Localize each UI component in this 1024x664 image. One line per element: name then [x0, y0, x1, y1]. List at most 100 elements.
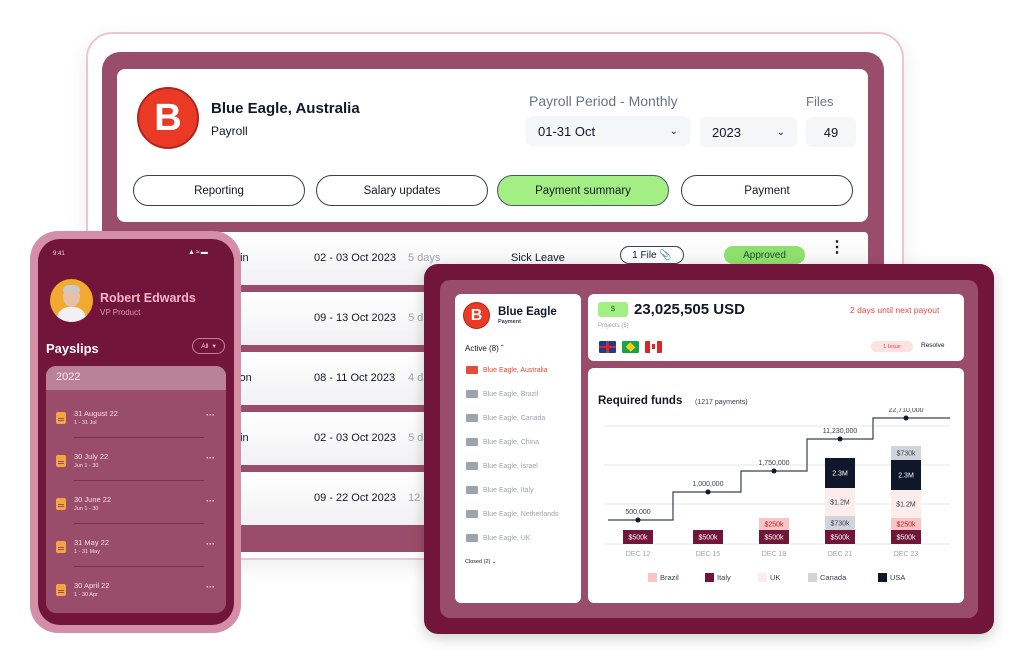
document-icon: [56, 498, 66, 510]
user-name: Robert Edwards: [100, 291, 196, 305]
payslip-filter[interactable]: All ▾: [192, 338, 225, 354]
bar-label: $730k: [830, 521, 850, 528]
filter-value: All: [201, 342, 209, 350]
chart-plot: $500k DEC 12 $500k DEC 15 $500k $250k DEC 18 $5…: [604, 408, 950, 558]
list-item[interactable]: 30 June 22 Jun 1 - 30 ···: [46, 492, 226, 535]
more-icon[interactable]: ···: [206, 410, 215, 420]
list-item[interactable]: 30 July 22 Jun 1 - 30 ···: [46, 449, 226, 492]
divider: [74, 480, 204, 481]
document-icon: [56, 584, 66, 596]
required-funds-chart: Required funds (1217 payments) $500k DEC …: [588, 368, 964, 603]
module-name: Payroll: [211, 124, 248, 138]
sidebar-item-canada[interactable]: Blue Eagle, Canada: [466, 414, 545, 422]
leave-dates: 09 - 13 Oct 2023: [314, 312, 396, 324]
more-icon[interactable]: ···: [206, 496, 215, 506]
x-tick-label: DEC 21: [828, 551, 853, 558]
country-label: Blue Eagle, Italy: [483, 486, 534, 494]
bar-label: $1.2M: [830, 500, 850, 507]
sidebar-item-netherlands[interactable]: Blue Eagle, Netherlands: [466, 510, 559, 518]
status-time: 9:41: [53, 251, 65, 257]
brand-name: Blue Eagle: [498, 306, 557, 318]
flag-icon: [466, 486, 478, 494]
payslip-title: 30 July 22: [74, 452, 109, 461]
country-label: Blue Eagle, Canada: [483, 414, 546, 422]
tab-payment-summary[interactable]: Payment summary: [497, 175, 669, 206]
line-point-label: 500,000: [625, 509, 650, 516]
bar-label: $1.2M: [896, 502, 916, 509]
sidebar-item-china[interactable]: Blue Eagle, China: [466, 438, 539, 446]
total-amount: 23,025,505 USD: [634, 301, 745, 318]
bar-label: $730k: [896, 451, 916, 458]
sidebar-item-israel[interactable]: Blue Eagle, Israel: [466, 462, 538, 470]
more-icon[interactable]: ···: [206, 453, 215, 463]
resolve-link[interactable]: Resolve: [921, 342, 944, 349]
tab-payment[interactable]: Payment: [681, 175, 853, 206]
payslip-period: 1 - 31 Jul: [74, 420, 97, 426]
sidebar-item-uk[interactable]: Blue Eagle, UK: [466, 534, 530, 542]
country-label: Blue Eagle, UK: [483, 534, 531, 542]
leave-dates: 02 - 03 Oct 2023: [314, 252, 396, 264]
line-point-label: 1,000,000: [692, 481, 723, 488]
legend-canada: Canada: [808, 573, 846, 582]
legend-label: UK: [770, 573, 781, 582]
issue-badge: 1 Issue: [871, 341, 913, 352]
country-label: Blue Eagle, Netherlands: [483, 510, 559, 518]
phone-screen: 9:41 ▲≈▬ Robert Edwards VP Product Paysl…: [38, 239, 234, 625]
flag-icon: [466, 462, 478, 470]
sidebar-item-brazil[interactable]: Blue Eagle, Brazil: [466, 390, 538, 398]
x-tick-label: DEC 23: [894, 551, 919, 558]
tab-reporting[interactable]: Reporting: [133, 175, 305, 206]
leave-dates: 02 - 03 Oct 2023: [314, 432, 396, 444]
chart-subtitle: (1217 payments): [695, 399, 748, 406]
year-select[interactable]: 2023 ⌄: [700, 117, 797, 147]
status-icons: ▲≈▬: [188, 249, 209, 256]
brand-logo: B: [463, 302, 490, 329]
leave-type: Sick Leave: [511, 252, 565, 264]
flag-icon: [466, 438, 478, 446]
period-select[interactable]: 01-31 Oct ⌄: [526, 116, 690, 146]
leave-dates: 09 - 22 Oct 2023: [314, 492, 396, 504]
legend-swatch: [648, 573, 657, 582]
legend-usa: USA: [878, 573, 905, 582]
more-icon[interactable]: ···: [206, 539, 215, 549]
x-tick-label: DEC 12: [626, 551, 651, 558]
legend-label: USA: [890, 573, 906, 582]
closed-group-toggle[interactable]: Closed (2) ⌄: [465, 559, 497, 565]
payslip-card: 2022 31 August 22 1 - 31 Jul ··· 30 July…: [46, 366, 226, 613]
line-point-label: 11,230,000: [823, 428, 858, 435]
company-name: Blue Eagle, Australia: [211, 100, 360, 117]
chevron-down-icon: ⌄: [776, 126, 785, 138]
list-item[interactable]: 30 April 22 1 - 30 Apr ···: [46, 578, 226, 613]
list-item[interactable]: 31 August 22 1 - 31 Jul ···: [46, 406, 226, 449]
legend-label: Brazil: [660, 573, 679, 582]
file-count: 1 File: [632, 249, 657, 261]
bar-label: $250k: [764, 522, 784, 529]
payslip-period: 1 - 30 Apr: [74, 592, 98, 598]
line-point-label: 22,710,000: [888, 408, 923, 414]
sidebar-item-italy[interactable]: Blue Eagle, Italy: [466, 486, 534, 494]
canada-flag-icon: [645, 341, 662, 353]
paperclip-icon: 📎: [659, 249, 672, 261]
flag-icon: [466, 534, 478, 542]
brazil-flag-icon: [622, 341, 639, 353]
more-icon[interactable]: ···: [206, 582, 215, 592]
more-icon[interactable]: ⋮: [829, 240, 845, 256]
chevron-down-icon: ⌄: [491, 559, 497, 565]
active-group-toggle[interactable]: Active (8) ˆ: [465, 344, 504, 353]
flag-icon: [466, 390, 478, 398]
payslip-period: 1 - 31 May: [74, 549, 100, 555]
flag-icon: [466, 366, 478, 374]
bar-label: $500k: [764, 535, 784, 542]
file-button[interactable]: 1 File 📎: [620, 246, 684, 264]
line-point: [705, 489, 711, 495]
uk-flag-icon: [599, 341, 616, 353]
flag-icon: [466, 510, 478, 518]
list-item[interactable]: 31 May 22 1 - 31 May ···: [46, 535, 226, 578]
tab-salary-updates[interactable]: Salary updates: [316, 175, 488, 206]
document-icon: [56, 541, 66, 553]
divider: [74, 523, 204, 524]
payslip-title: 30 April 22: [74, 581, 110, 590]
sidebar-item-australia[interactable]: Blue Eagle, Australia: [466, 366, 548, 374]
flag-icon: [466, 414, 478, 422]
x-tick-label: DEC 15: [696, 551, 721, 558]
